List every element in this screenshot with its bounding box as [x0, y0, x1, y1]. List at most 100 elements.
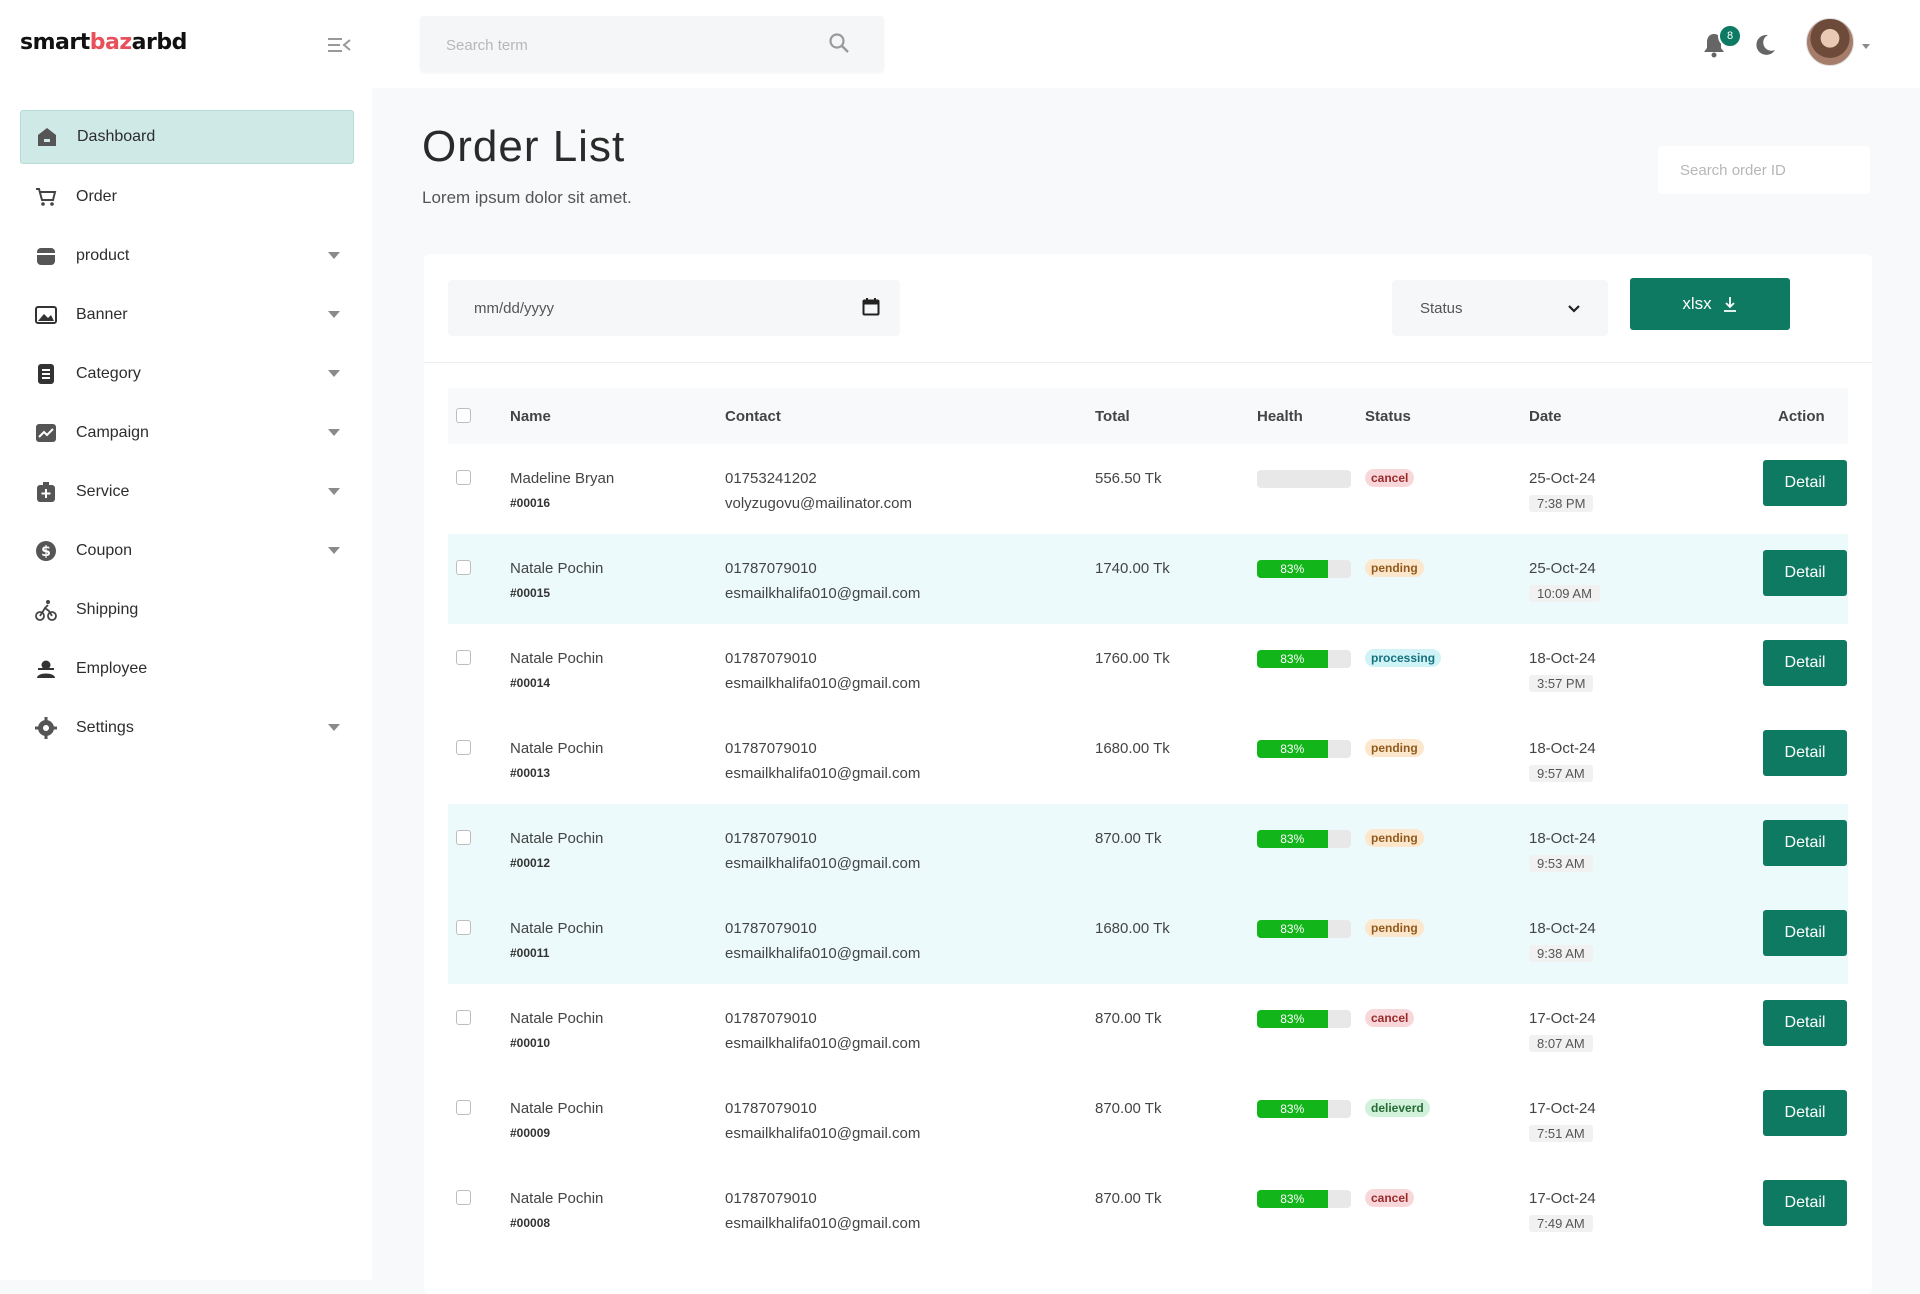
caret-down-icon[interactable] [328, 370, 340, 377]
status-badge: cancel [1365, 1009, 1415, 1027]
chevron-down-icon [1566, 300, 1582, 321]
contact-email: esmailkhalifa010@gmail.com [725, 585, 921, 602]
row-checkbox[interactable] [456, 1100, 471, 1115]
header-action: Action [1778, 408, 1825, 425]
sidebar-item-settings[interactable]: Settings [20, 702, 354, 754]
header-name[interactable]: Name [510, 408, 551, 425]
order-total: 870.00 Tk [1095, 1010, 1162, 1027]
table-row: Natale Pochin #00013 01787079010 esmailkhal… [448, 714, 1848, 804]
customer-name: Natale Pochin [510, 920, 604, 937]
health-bar-fill: 83% [1257, 740, 1328, 758]
contact-phone: 01787079010 [725, 740, 817, 757]
status-badge: pending [1365, 919, 1424, 937]
sidebar-item-product[interactable]: product [20, 230, 354, 282]
detail-button[interactable]: Detail [1763, 550, 1847, 596]
caret-down-icon[interactable] [328, 547, 340, 554]
caret-down-icon[interactable] [328, 252, 340, 259]
header-date[interactable]: Date [1529, 408, 1562, 425]
user-icon [34, 657, 58, 681]
detail-button[interactable]: Detail [1763, 640, 1847, 686]
caret-down-icon[interactable] [328, 429, 340, 436]
global-search [420, 16, 884, 74]
detail-button[interactable]: Detail [1763, 1000, 1847, 1046]
export-xlsx-button[interactable]: xlsx [1630, 278, 1790, 330]
detail-button[interactable]: Detail [1763, 820, 1847, 866]
table-row: Natale Pochin #00015 01787079010 esmailkhal… [448, 534, 1848, 624]
header-total[interactable]: Total [1095, 408, 1130, 425]
header-health[interactable]: Health [1257, 408, 1303, 425]
sidebar-item-service[interactable]: Service [20, 466, 354, 518]
status-select-label: Status [1420, 299, 1463, 317]
sidebar-collapse-icon[interactable] [326, 36, 352, 54]
order-id-search-input[interactable] [1658, 146, 1870, 194]
row-checkbox[interactable] [456, 740, 471, 755]
sidebar-item-campaign[interactable]: Campaign [20, 407, 354, 459]
status-badge: pending [1365, 559, 1424, 577]
order-time: 9:53 AM [1529, 855, 1593, 872]
status-filter-select[interactable]: Status [1392, 280, 1608, 336]
table-row: Madeline Bryan #00016 01753241202 volyzugov… [448, 444, 1848, 534]
order-time: 7:49 AM [1529, 1215, 1593, 1232]
header-status[interactable]: Status [1365, 408, 1411, 425]
sidebar-item-label: Settings [76, 719, 134, 736]
customer-name: Natale Pochin [510, 560, 604, 577]
calendar-icon[interactable] [862, 297, 880, 322]
sidebar-item-category[interactable]: Category [20, 348, 354, 400]
sidebar-item-employee[interactable]: Employee [20, 643, 354, 695]
detail-button[interactable]: Detail [1763, 1180, 1847, 1226]
row-checkbox[interactable] [456, 650, 471, 665]
date-placeholder: mm/dd/yyyy [474, 299, 555, 317]
customer-name: Natale Pochin [510, 740, 604, 757]
caret-down-icon[interactable] [328, 488, 340, 495]
svg-text:$: $ [41, 544, 51, 560]
row-checkbox[interactable] [456, 1010, 471, 1025]
sidebar-item-coupon[interactable]: $ Coupon [20, 525, 354, 577]
order-table: Name Contact Total Health Status Date Ac… [448, 388, 1848, 1254]
chevron-down-icon[interactable] [1862, 44, 1870, 49]
status-badge: cancel [1365, 469, 1415, 487]
search-icon[interactable] [828, 32, 850, 59]
avatar[interactable] [1806, 18, 1854, 66]
order-total: 556.50 Tk [1095, 470, 1162, 487]
detail-button[interactable]: Detail [1763, 910, 1847, 956]
health-bar-fill: 83% [1257, 560, 1328, 578]
order-time: 9:57 AM [1529, 765, 1593, 782]
caret-down-icon[interactable] [328, 311, 340, 318]
cart-icon [34, 185, 58, 209]
select-all-checkbox[interactable] [456, 408, 471, 423]
header-contact[interactable]: Contact [725, 408, 781, 425]
bike-icon [34, 598, 58, 622]
health-bar: 83% [1257, 740, 1351, 758]
row-checkbox[interactable] [456, 920, 471, 935]
order-total: 870.00 Tk [1095, 1100, 1162, 1117]
detail-button[interactable]: Detail [1763, 730, 1847, 776]
detail-button[interactable]: Detail [1763, 460, 1847, 506]
row-checkbox[interactable] [456, 830, 471, 845]
search-input[interactable] [420, 16, 828, 74]
sidebar-item-label: Shipping [76, 601, 139, 618]
detail-button[interactable]: Detail [1763, 1090, 1847, 1136]
sidebar-item-banner[interactable]: Banner [20, 289, 354, 341]
table-row: Natale Pochin #00014 01787079010 esmailkhal… [448, 624, 1848, 714]
filter-bar: mm/dd/yyyy Status xlsx [424, 254, 1872, 363]
row-checkbox[interactable] [456, 560, 471, 575]
image-icon [34, 303, 58, 327]
date-filter-input[interactable]: mm/dd/yyyy [448, 280, 900, 336]
contact-email: esmailkhalifa010@gmail.com [725, 675, 921, 692]
sidebar-item-order[interactable]: Order [20, 171, 354, 223]
order-date: 18-Oct-24 [1529, 650, 1596, 667]
moon-icon[interactable] [1752, 32, 1778, 58]
order-date: 25-Oct-24 [1529, 470, 1596, 487]
sidebar-item-label: Order [76, 188, 117, 205]
order-date: 25-Oct-24 [1529, 560, 1596, 577]
row-checkbox[interactable] [456, 470, 471, 485]
caret-down-icon[interactable] [328, 724, 340, 731]
sidebar-item-shipping[interactable]: Shipping [20, 584, 354, 636]
row-checkbox[interactable] [456, 1190, 471, 1205]
contact-email: esmailkhalifa010@gmail.com [725, 855, 921, 872]
top-bar: 8 [372, 0, 1920, 88]
contact-email: esmailkhalifa010@gmail.com [725, 765, 921, 782]
sidebar-item-dashboard[interactable]: Dashboard [20, 110, 354, 164]
brand-logo[interactable]: smartbazarbd [20, 30, 187, 55]
order-total: 1740.00 Tk [1095, 560, 1170, 577]
